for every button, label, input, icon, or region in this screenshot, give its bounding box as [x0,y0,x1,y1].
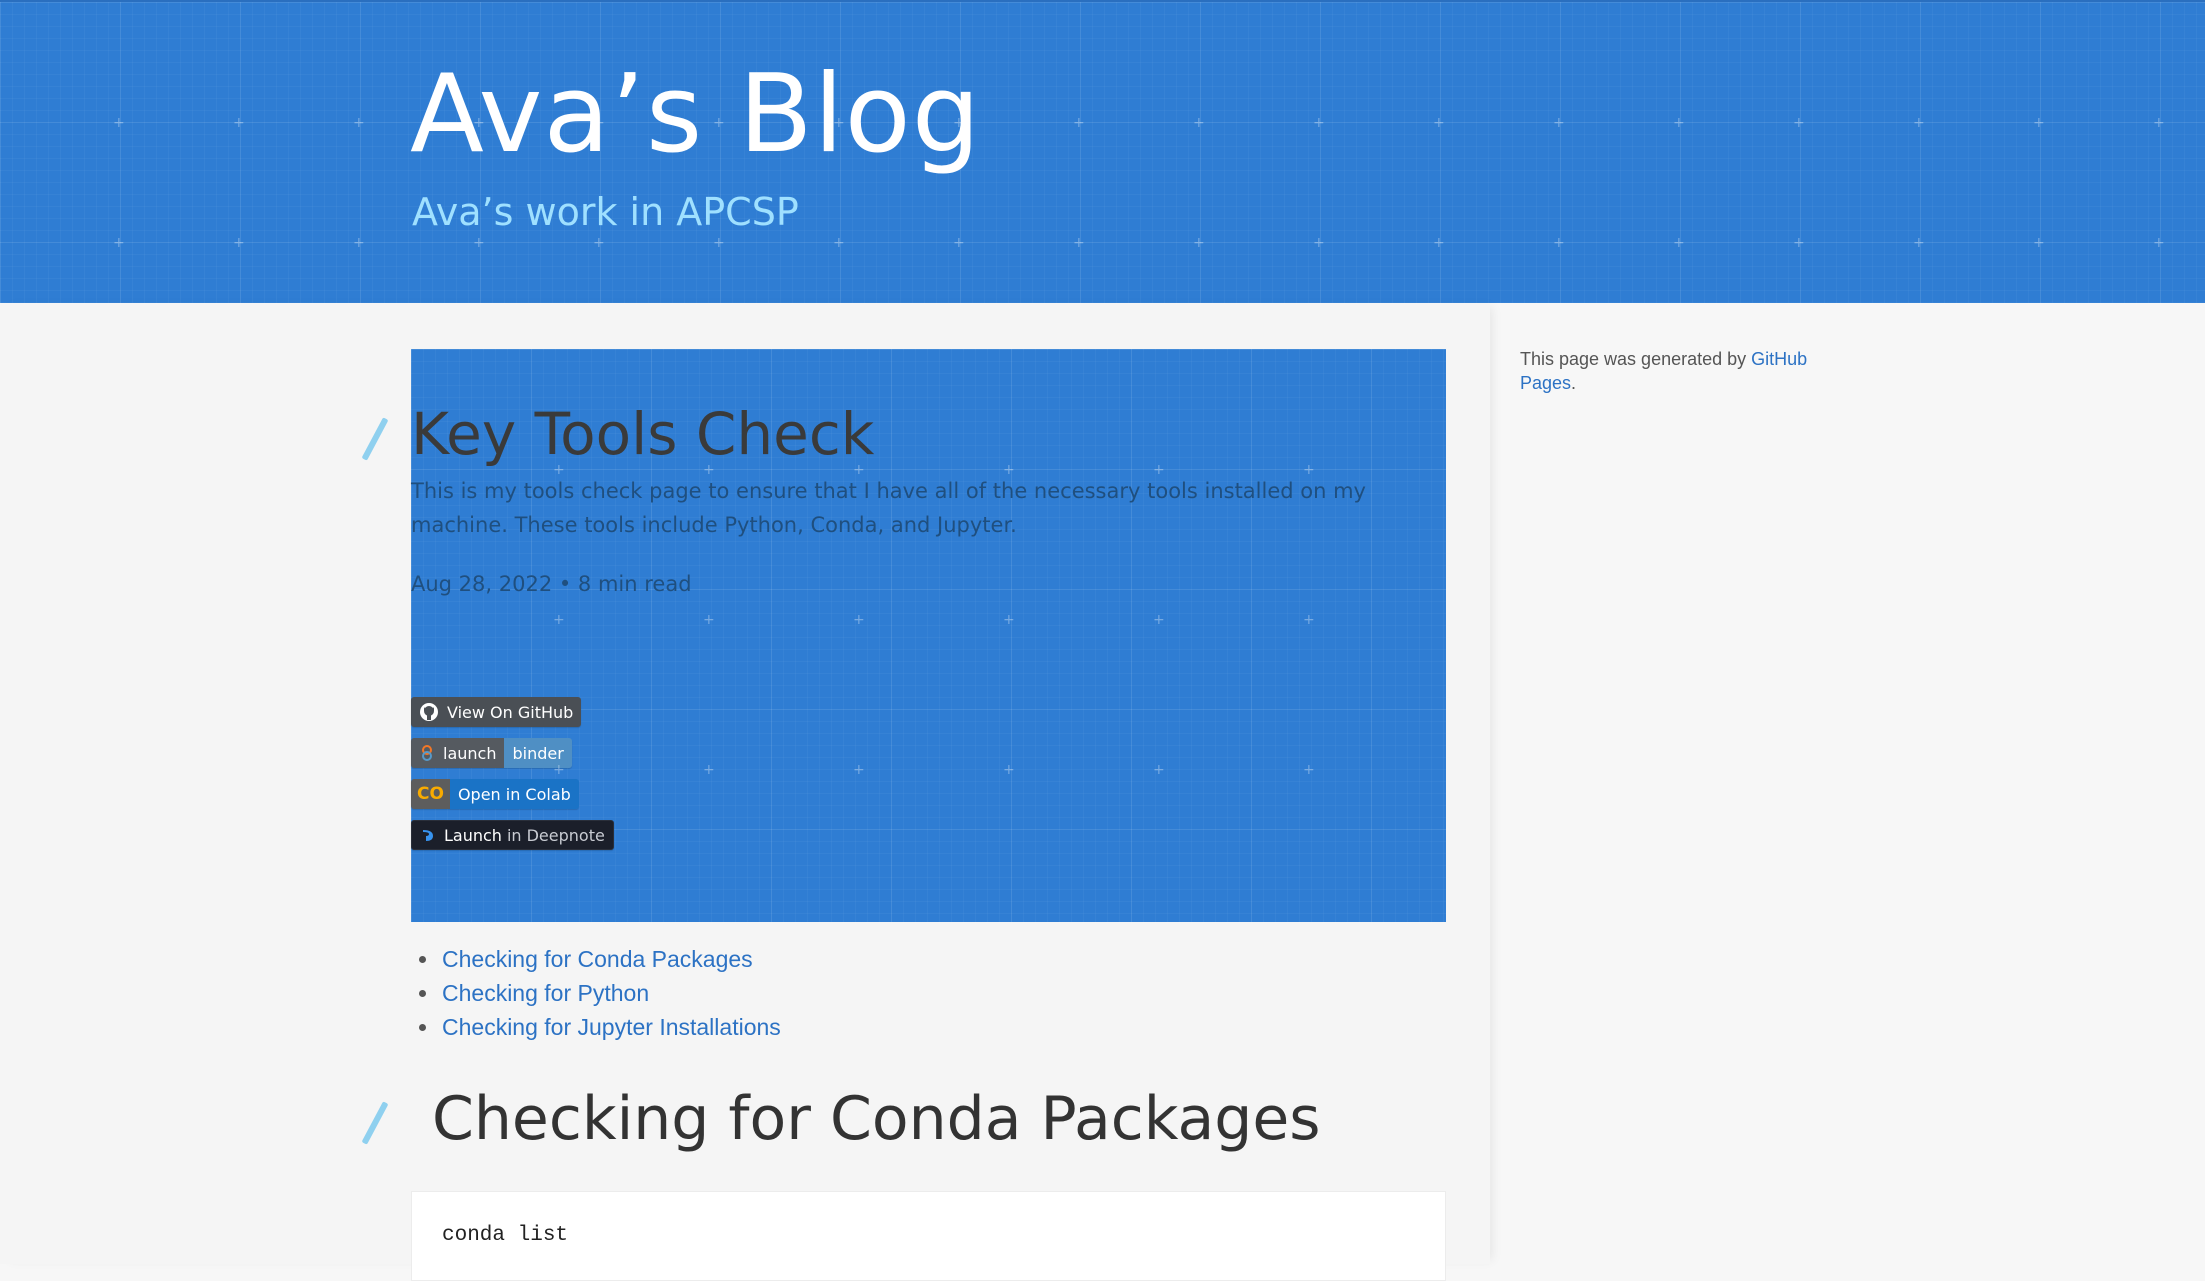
grid-plus-mark: + [233,115,245,131]
grid-plus-mark: + [713,235,725,251]
grid-plus-mark: + [953,115,965,131]
toc-item: Checking for Jupyter Installations [440,1010,781,1044]
grid-plus-mark: + [2033,235,2045,251]
code-block: conda list [411,1191,1446,1281]
grid-plus-mark: + [1553,115,1565,131]
grid-plus-mark: + [353,115,365,131]
grid-plus-mark: + [2033,115,2045,131]
grid-plus-mark: + [833,115,845,131]
grid-plus-mark: + [1793,235,1805,251]
sidebar-note: This page was generated by GitHub Pages. [1520,347,1840,395]
site-subtitle: Ava’s work in APCSP [412,190,799,234]
grid-plus-mark: + [853,612,865,628]
grid-plus-mark: + [1553,235,1565,251]
deepnote-badge-dim: in Deepnote [506,825,605,845]
grid-plus-mark: + [853,762,865,778]
launch-in-deepnote-badge[interactable]: Launch in Deepnote [411,820,614,850]
grid-plus-mark: + [1073,115,1085,131]
grid-plus-mark: + [1303,612,1315,628]
toc-item: Checking for Conda Packages [440,942,781,976]
grid-plus-mark: + [1003,762,1015,778]
deepnote-icon [420,827,436,843]
grid-plus-mark: + [1793,115,1805,131]
grid-plus-mark: + [1003,462,1015,478]
table-of-contents: Checking for Conda Packages Checking for… [420,942,781,1044]
binder-badge-left: launch [443,743,497,763]
grid-plus-mark: + [703,462,715,478]
grid-plus-mark: + [353,235,365,251]
grid-plus-mark: + [953,235,965,251]
binder-icon [419,745,435,761]
toc-link-conda[interactable]: Checking for Conda Packages [442,946,753,972]
grid-plus-mark: + [833,235,845,251]
launch-binder-badge[interactable]: launch binder [411,738,572,768]
grid-plus-mark: + [1193,235,1205,251]
grid-plus-mark: + [553,612,565,628]
github-icon [419,702,439,722]
sidebar-note-prefix: This page was generated by [1520,349,1752,369]
site-title[interactable]: Ava’s Blog [410,52,981,177]
grid-plus-mark: + [713,115,725,131]
post-meta: Aug 28, 2022 • 8 min read [411,572,692,596]
grid-plus-mark: + [703,762,715,778]
grid-plus-mark: + [1153,462,1165,478]
grid-plus-mark: + [1153,762,1165,778]
colab-icon: CO [417,784,444,804]
github-badge-label: View On GitHub [447,702,574,722]
grid-plus-mark: + [2153,115,2165,131]
grid-plus-mark: + [113,235,125,251]
grid-plus-mark: + [853,462,865,478]
grid-plus-mark: + [1193,115,1205,131]
site-header: Ava’s Blog Ava’s work in APCSP [0,0,2205,303]
grid-plus-mark: + [113,115,125,131]
grid-plus-mark: + [1303,762,1315,778]
grid-plus-mark: + [1673,235,1685,251]
grid-plus-mark: + [1303,462,1315,478]
grid-plus-mark: + [233,235,245,251]
grid-plus-mark: + [473,235,485,251]
grid-plus-mark: + [1313,235,1325,251]
grid-plus-mark: + [1433,115,1445,131]
deepnote-badge-strong: Launch [444,825,502,845]
grid-plus-mark: + [703,612,715,628]
colab-badge-label: Open in Colab [449,779,579,809]
toc-link-python[interactable]: Checking for Python [442,980,649,1006]
grid-plus-mark: + [1913,235,1925,251]
grid-plus-mark: + [553,462,565,478]
post-title: Key Tools Check [411,400,875,468]
grid-plus-mark: + [1673,115,1685,131]
section-heading: Checking for Conda Packages [432,1084,1321,1154]
sidebar-note-suffix: . [1571,373,1577,393]
grid-plus-mark: + [593,235,605,251]
grid-plus-mark: + [1073,235,1085,251]
grid-plus-mark: + [1153,612,1165,628]
grid-plus-mark: + [1913,115,1925,131]
grid-plus-mark: + [1433,235,1445,251]
grid-plus-mark: + [593,115,605,131]
grid-plus-mark: + [1003,612,1015,628]
post-description: This is my tools check page to ensure th… [411,479,1366,537]
view-on-github-badge[interactable]: View On GitHub [411,697,582,727]
toc-link-jupyter[interactable]: Checking for Jupyter Installations [442,1014,781,1040]
grid-plus-mark: + [2153,235,2165,251]
open-in-colab-badge[interactable]: CO Open in Colab [411,779,579,809]
grid-plus-mark: + [553,762,565,778]
toc-item: Checking for Python [440,976,781,1010]
grid-plus-mark: + [473,115,485,131]
grid-plus-mark: + [1313,115,1325,131]
code-text: conda list [442,1224,569,1247]
